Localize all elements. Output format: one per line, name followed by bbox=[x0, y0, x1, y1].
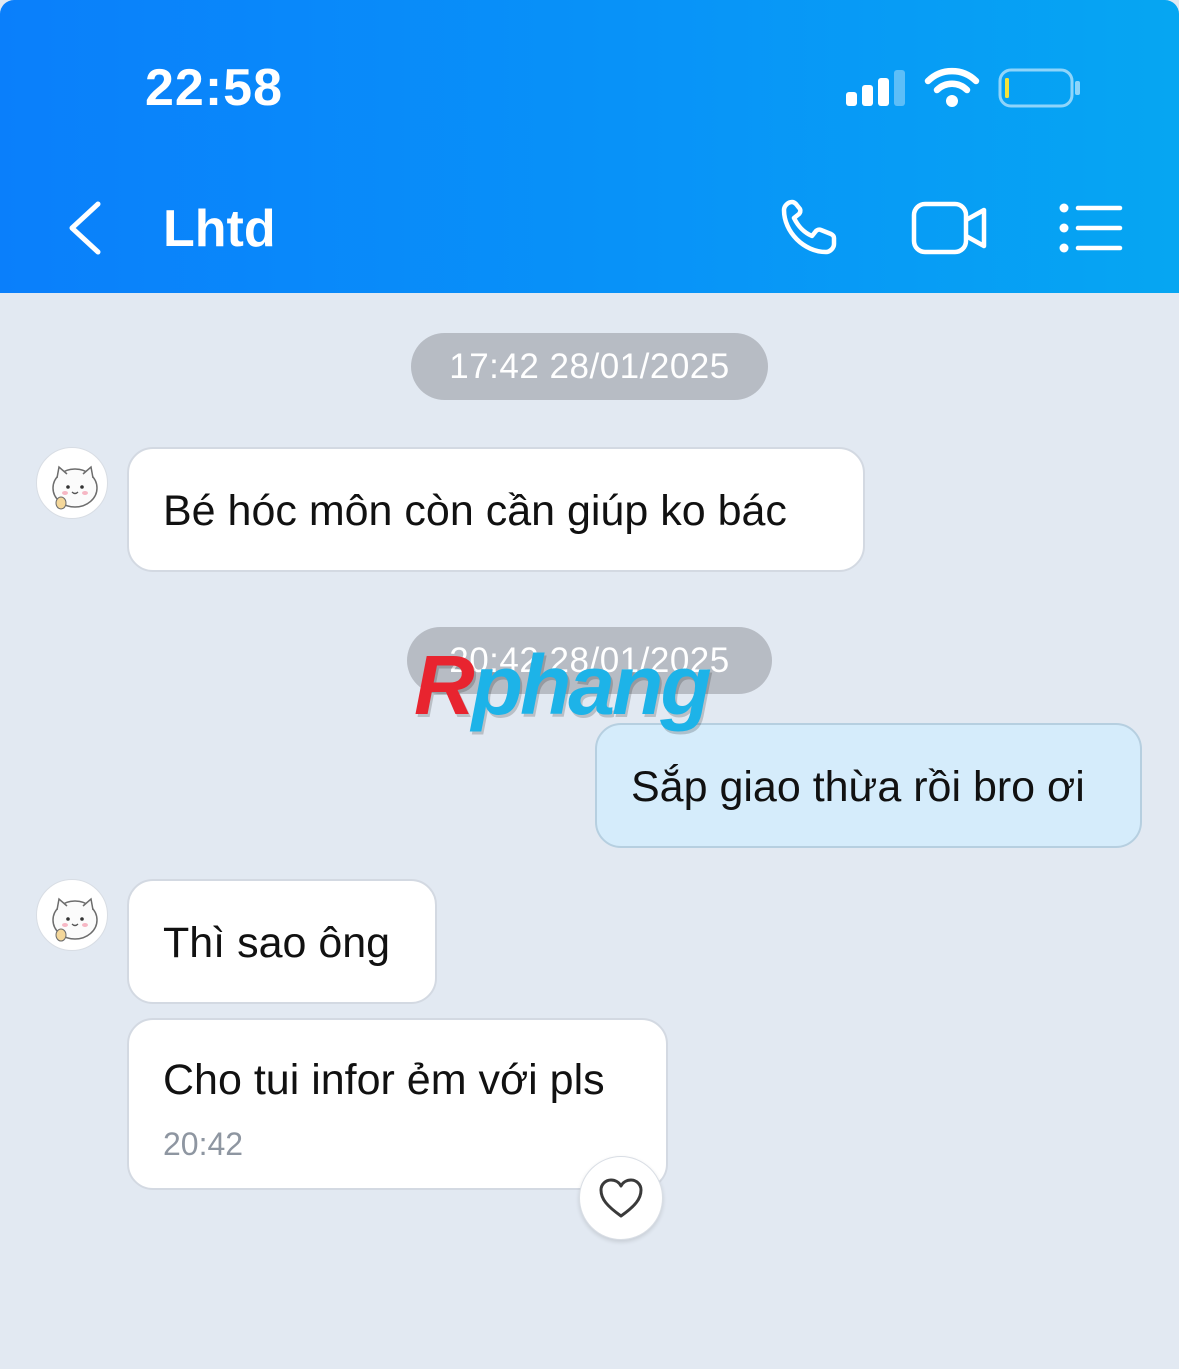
chat-screen: 22:58 Lhtd 17:42 28/01/2025 Bé hóc môn c… bbox=[0, 0, 1179, 1369]
battery-icon bbox=[998, 68, 1080, 108]
received-message-bubble[interactable]: Cho tui infor ẻm với pls 20:42 bbox=[127, 1018, 668, 1190]
received-message-bubble[interactable]: Bé hóc môn còn cần giúp ko bác bbox=[127, 447, 865, 572]
cat-sticker-icon bbox=[52, 897, 98, 942]
message-text: Sắp giao thừa rồi bro ơi bbox=[631, 763, 1085, 811]
contact-avatar[interactable] bbox=[36, 447, 108, 519]
sent-message-bubble[interactable]: Sắp giao thừa rồi bro ơi bbox=[595, 723, 1142, 848]
video-camera-icon[interactable] bbox=[910, 198, 990, 258]
chevron-left-icon[interactable] bbox=[62, 200, 112, 256]
cat-sticker-icon bbox=[52, 465, 98, 510]
timestamp-divider: 17:42 28/01/2025 bbox=[411, 333, 768, 400]
cellular-signal-icon bbox=[846, 70, 906, 106]
wifi-icon bbox=[924, 67, 980, 107]
like-button[interactable] bbox=[579, 1156, 663, 1240]
phone-icon[interactable] bbox=[776, 196, 844, 260]
message-text: Cho tui infor ẻm với pls bbox=[163, 1056, 605, 1104]
message-time: 20:42 bbox=[163, 1126, 244, 1162]
heart-icon bbox=[599, 1178, 643, 1218]
message-text: Thì sao ông bbox=[163, 919, 391, 967]
message-text: Bé hóc môn còn cần giúp ko bác bbox=[163, 487, 787, 535]
chat-title[interactable]: Lhtd bbox=[163, 199, 276, 259]
timestamp-divider: 20:42 28/01/2025 bbox=[407, 627, 772, 694]
received-message-bubble[interactable]: Thì sao ông bbox=[127, 879, 437, 1004]
list-menu-icon[interactable] bbox=[1056, 200, 1124, 256]
contact-avatar[interactable] bbox=[36, 879, 108, 951]
chat-header: 22:58 Lhtd bbox=[0, 0, 1179, 293]
status-time: 22:58 bbox=[145, 59, 283, 117]
